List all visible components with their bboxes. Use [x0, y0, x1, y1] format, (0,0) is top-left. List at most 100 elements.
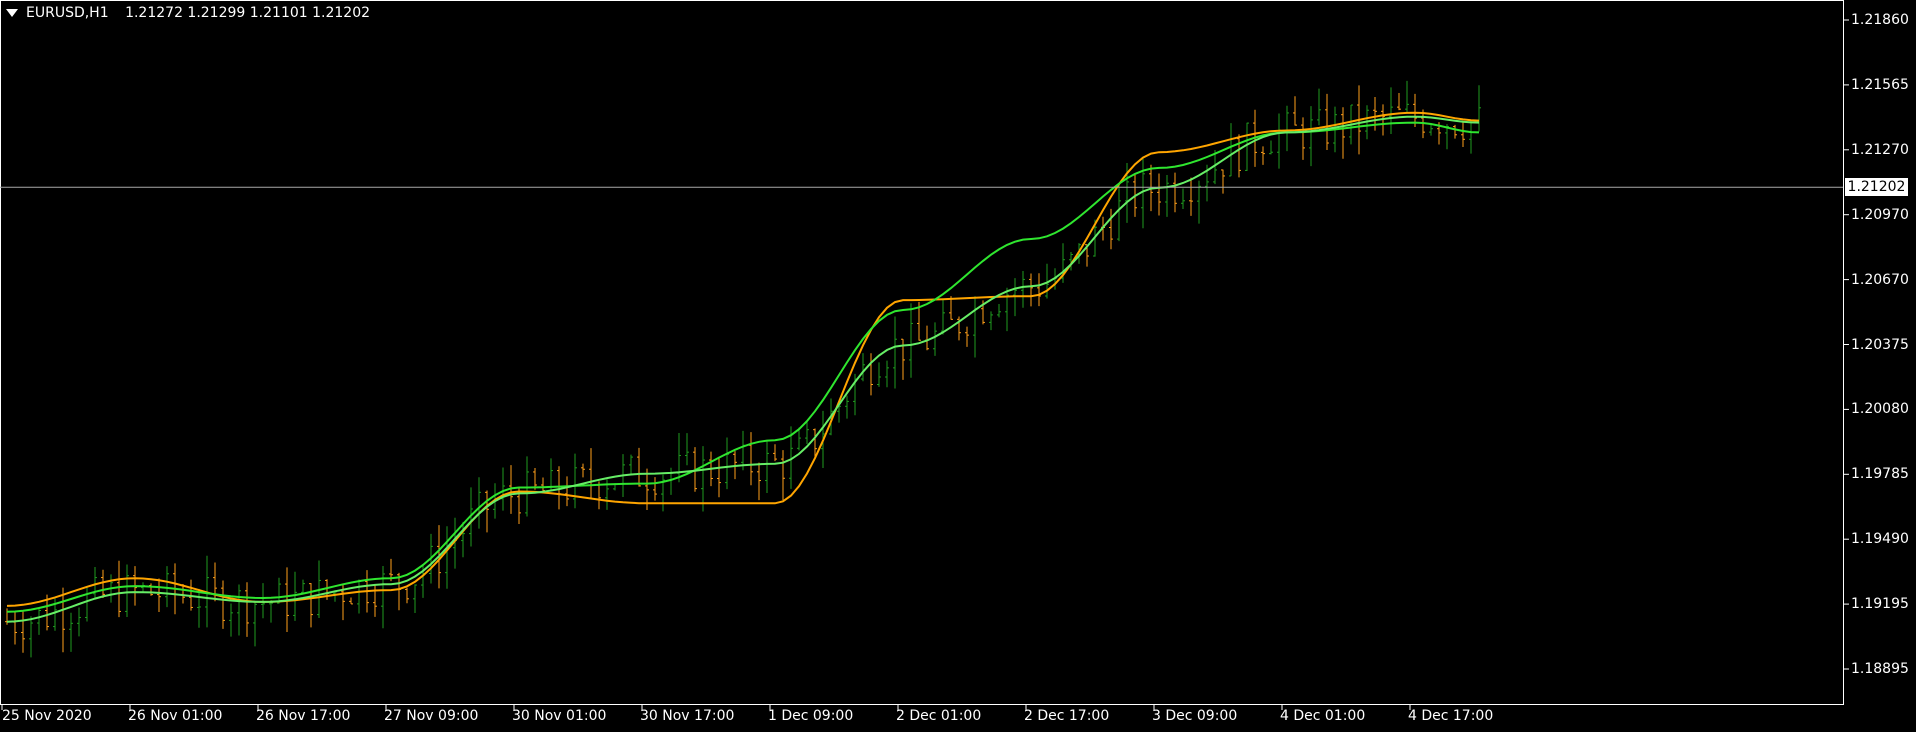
price-bar	[349, 597, 353, 605]
price-bar	[1453, 124, 1457, 139]
price-bar	[237, 584, 241, 636]
y-tick-label: 1.21565	[1851, 76, 1909, 93]
price-bar	[221, 580, 225, 629]
price-bar	[685, 433, 689, 466]
price-bar	[77, 607, 81, 637]
price-bar	[1269, 140, 1273, 155]
price-bar	[725, 437, 729, 490]
price-bar	[1165, 175, 1169, 217]
price-bar	[941, 298, 945, 335]
price-bar	[21, 611, 25, 653]
x-tick-label: 30 Nov 01:00	[512, 708, 607, 724]
price-bar	[261, 583, 265, 619]
price-bar	[1173, 172, 1177, 213]
x-tick-label: 3 Dec 09:00	[1152, 708, 1238, 724]
y-tick-label: 1.20375	[1851, 336, 1909, 353]
price-bar	[1301, 117, 1305, 160]
price-bar	[637, 447, 641, 487]
price-bar	[1157, 173, 1161, 216]
price-bar	[1005, 287, 1009, 332]
y-tick-label: 1.19490	[1851, 531, 1909, 548]
ohlc-readout: 1.21272 1.21299 1.21101 1.21202	[125, 5, 371, 21]
x-tick-label: 2 Dec 17:00	[1024, 708, 1110, 724]
price-bar	[253, 602, 257, 647]
price-bar	[269, 600, 273, 623]
x-tick-label: 30 Nov 17:00	[640, 708, 735, 724]
price-bar	[909, 303, 913, 378]
price-bar	[757, 462, 761, 501]
price-bar	[125, 564, 129, 618]
price-bar	[197, 588, 201, 628]
price-bar	[989, 311, 993, 331]
price-bar	[1181, 188, 1185, 209]
price-bar	[973, 296, 977, 358]
price-bar	[765, 440, 769, 494]
price-bar	[245, 582, 249, 637]
price-bar	[357, 579, 361, 614]
price-bar	[293, 571, 297, 621]
price-bar	[413, 584, 417, 614]
price-bar	[877, 362, 881, 387]
price-bar	[1325, 93, 1329, 151]
price-bar	[749, 432, 753, 486]
price-bar	[29, 616, 33, 658]
price-bar	[717, 456, 721, 498]
price-bar	[1469, 120, 1473, 154]
x-tick-label: 4 Dec 01:00	[1280, 708, 1366, 724]
price-bar	[925, 325, 929, 351]
price-bar	[309, 583, 313, 628]
price-bar	[677, 433, 681, 483]
price-bar	[1245, 122, 1249, 171]
plot-area-frame	[0, 0, 1844, 705]
price-bar	[477, 477, 481, 529]
price-bar	[1293, 96, 1297, 126]
price-bar	[1429, 124, 1433, 136]
price-bar	[997, 304, 1001, 318]
price-bar	[101, 569, 105, 598]
chart-window[interactable]: EURUSD,H1 1.21272 1.21299 1.21101 1.2120…	[0, 0, 1916, 732]
price-bar	[773, 444, 777, 462]
price-bar	[1261, 146, 1265, 165]
price-bar	[653, 477, 657, 501]
moving-average-lines	[6, 111, 1480, 623]
price-bar	[157, 578, 161, 613]
price-bar	[1461, 120, 1465, 148]
price-bar	[301, 579, 305, 594]
price-bar	[37, 608, 41, 635]
price-bar	[525, 456, 529, 517]
price-bar	[589, 448, 593, 499]
price-bar	[1397, 93, 1401, 111]
dropdown-triangle-icon[interactable]	[6, 9, 18, 17]
current-price-tag: 1.21202	[1845, 178, 1908, 197]
y-tick-label: 1.21270	[1851, 141, 1909, 158]
price-bar	[1237, 134, 1241, 178]
price-bar	[581, 463, 585, 478]
price-bar	[1221, 169, 1225, 194]
price-bar	[893, 316, 897, 389]
price-bar	[885, 360, 889, 388]
price-bar	[845, 395, 849, 419]
price-bar	[229, 603, 233, 637]
price-bar	[661, 474, 665, 512]
price-bar	[61, 587, 65, 653]
price-bar	[501, 467, 505, 511]
symbol-label: EURUSD,H1	[26, 5, 109, 21]
y-tick-label: 1.19785	[1851, 466, 1909, 483]
price-chart[interactable]	[0, 0, 1916, 732]
price-bar	[965, 326, 969, 347]
price-bar	[69, 612, 73, 652]
chart-header: EURUSD,H1 1.21272 1.21299 1.21101 1.2120…	[6, 4, 370, 22]
price-bar	[869, 353, 873, 396]
x-tick-label: 4 Dec 17:00	[1408, 708, 1494, 724]
x-tick-label: 2 Dec 01:00	[896, 708, 982, 724]
x-tick-label: 1 Dec 09:00	[768, 708, 854, 724]
price-bar	[1029, 273, 1033, 307]
price-bar	[541, 477, 545, 492]
price-bar	[381, 565, 385, 629]
price-bar	[1109, 208, 1113, 250]
price-bar	[861, 353, 865, 382]
price-bar	[149, 583, 153, 596]
moving-average-line	[6, 115, 1480, 623]
price-bar	[1021, 270, 1025, 308]
price-bar	[1477, 85, 1481, 132]
